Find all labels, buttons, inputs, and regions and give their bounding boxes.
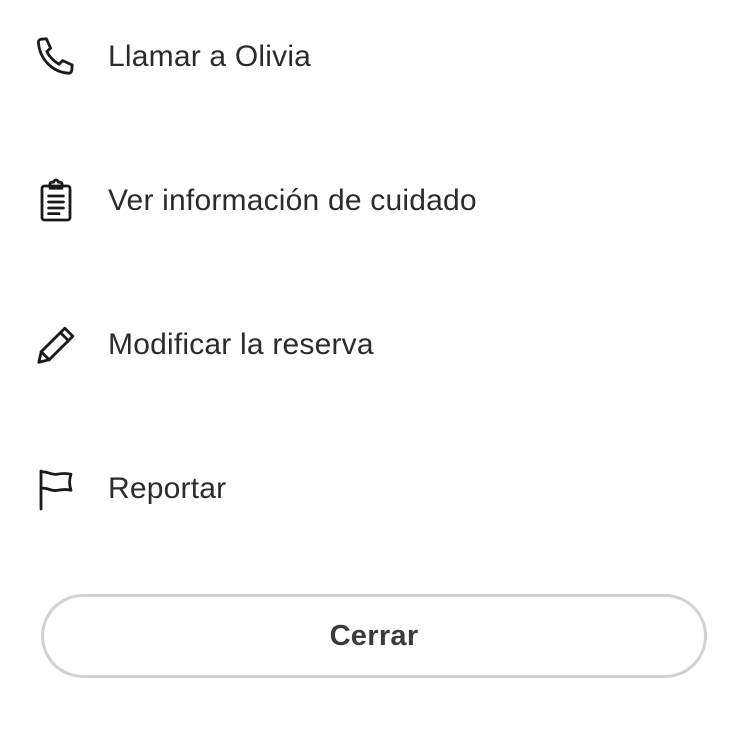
menu-item-care-info-label: Ver información de cuidado: [108, 184, 477, 217]
action-sheet: Llamar a Olivia Ver información de cuida…: [0, 0, 750, 729]
menu-item-modify-booking-label: Modificar la reserva: [108, 328, 374, 361]
close-button-label: Cerrar: [329, 619, 419, 652]
pencil-icon: [32, 321, 80, 369]
clipboard-icon: [32, 177, 80, 225]
menu-item-report-label: Reportar: [108, 472, 227, 505]
phone-icon: [32, 33, 80, 81]
menu-item-call[interactable]: Llamar a Olivia: [0, 0, 750, 117]
menu-item-care-info[interactable]: Ver información de cuidado: [0, 141, 750, 261]
menu-item-report[interactable]: Reportar: [0, 429, 750, 549]
menu-item-modify-booking[interactable]: Modificar la reserva: [0, 285, 750, 405]
menu-item-call-label: Llamar a Olivia: [108, 40, 312, 73]
flag-icon: [32, 465, 80, 513]
close-button[interactable]: Cerrar: [41, 594, 707, 678]
